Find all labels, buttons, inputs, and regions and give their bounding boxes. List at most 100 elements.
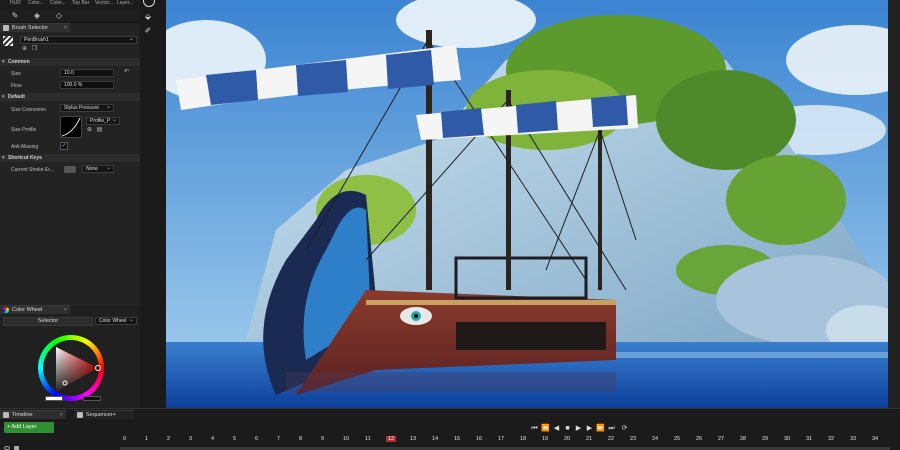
frame-tick: 7 [277,436,281,442]
frame-tick: 3 [189,436,193,442]
frame-tick: 26 [696,436,703,442]
frame-tick: 17 [498,436,505,442]
tab-timeline-label: Timeline [12,412,33,418]
add-profile-icon[interactable]: ⊕ [86,127,93,134]
frame-tick: 27 [718,436,725,442]
frame-tick: 29 [762,436,769,442]
brush-circle-icon[interactable] [143,0,155,7]
pencil-icon[interactable]: ✎ [10,11,20,21]
prev-frame-icon[interactable]: ◀ [552,424,561,433]
add-brush-icon[interactable]: ⊕ [21,46,28,53]
toolbar-item-color-1[interactable]: Color... [28,0,44,6]
frame-tick: 15 [454,436,461,442]
flow-field[interactable]: 100.0 % [60,81,114,89]
tool-icon-row: ✎ ◈ ◇ [0,9,140,23]
frame-tick: 4 [211,436,215,442]
stop-icon[interactable]: ■ [563,424,572,433]
color-wheel-panel: Color Wheel × Selector Color Wheel [0,305,140,408]
frame-tick: 24 [652,436,659,442]
toolbar-item-hud[interactable]: HUD [10,0,21,6]
flow-label: Flow [11,83,22,89]
lock-icon[interactable] [14,446,19,450]
anti-aliasing-label: Anti Aliasing [11,144,39,150]
copy-brush-icon[interactable]: ❐ [31,46,38,53]
canvas-artwork [166,0,888,408]
timeline-icon [3,412,9,418]
next-key-icon[interactable]: ⏩ [596,424,605,433]
frame-tick: 32 [828,436,835,442]
add-layer-button[interactable]: + Add Layer [4,422,54,433]
color-swatch[interactable] [45,396,63,401]
tab-timeline[interactable]: Timeline × [0,410,66,419]
selector-label: Selector [37,318,59,324]
color-swatch-previous[interactable] [83,396,101,401]
frame-tick: 5 [233,436,237,442]
frame-tick: 33 [850,436,857,442]
current-frame-marker[interactable]: 12 [386,436,397,442]
canvas-viewport[interactable] [166,0,888,408]
frame-tick: 18 [520,436,527,442]
frame-tick: 21 [586,436,593,442]
reset-icon[interactable]: ↶ [123,69,130,76]
color-mode-dropdown[interactable]: Color Wheel [95,317,137,325]
size-field[interactable]: 10.0 [60,69,114,77]
keyboard-icon[interactable] [64,166,76,173]
frame-tick: 34 [872,436,879,442]
next-frame-icon[interactable]: ▶ [585,424,594,433]
side-tool-strip: ⬙ ✐ [140,0,166,408]
layers-icon[interactable]: ◈ [32,11,42,21]
size-connexion-dropdown[interactable]: Stylus Pressure [60,104,114,112]
prev-key-icon[interactable]: ⏪ [541,424,550,433]
toolbar-item-color-2[interactable]: Color... [50,0,66,6]
frame-tick: 13 [410,436,417,442]
frame-tick: 20 [564,436,571,442]
frame-tick: 0 [123,436,127,442]
section-common[interactable]: Common [0,58,140,66]
right-panel-edge [888,0,900,408]
frame-tick: 10 [343,436,350,442]
toolbar-item-vector[interactable]: Vector... [95,0,113,6]
close-icon[interactable]: × [64,306,67,315]
fill-bucket-icon[interactable]: ⬙ [143,12,153,22]
color-wheel-tab-icon [3,307,9,313]
last-frame-icon[interactable]: ⏭ [607,424,616,433]
section-shortcut-keys[interactable]: Shortcut Keys [0,154,140,162]
frame-tick: 23 [630,436,637,442]
loop-icon[interactable]: ⟳ [620,424,629,433]
current-stroke-label: Current Stroke Er... [11,167,54,173]
first-frame-icon[interactable]: ⏮ [530,424,539,433]
section-default[interactable]: Default [0,93,140,101]
close-icon[interactable]: × [60,411,63,420]
tab-brush-selector[interactable]: Brush Selector × [0,23,70,32]
sequencer-icon [77,412,83,418]
anti-aliasing-checkbox[interactable]: ✓ [60,142,68,150]
visibility-icon[interactable] [4,446,10,450]
sv-triangle[interactable] [38,335,104,401]
toolbar-item-top-bar[interactable]: Top Bar [72,0,89,6]
selector-button[interactable]: Selector [3,317,93,326]
size-profile-curve[interactable] [60,116,82,138]
toolbar-item-layer[interactable]: Layer... [117,0,133,6]
size-label: Size [11,71,21,77]
hue-ring[interactable] [38,335,104,401]
brush-icon [3,25,9,31]
tab-color-wheel[interactable]: Color Wheel × [0,305,70,314]
size-profile-dropdown[interactable]: Profile_P [86,117,120,125]
frame-tick: 25 [674,436,681,442]
frame-tick: 19 [542,436,549,442]
drop-icon[interactable]: ◇ [54,11,64,21]
play-icon[interactable]: ▶ [574,424,583,433]
tab-brush-selector-label: Brush Selector [12,25,49,31]
tab-sequencer[interactable]: Sequencer+ [74,410,134,419]
brush-thumbnail[interactable] [3,36,13,46]
close-icon[interactable]: × [64,24,67,33]
folder-icon[interactable]: ▤ [96,127,103,134]
brush-name-dropdown[interactable]: PenBrush1 [20,36,137,44]
frame-tick: 22 [608,436,615,442]
tab-sequencer-label: Sequencer+ [86,412,116,418]
eyedropper-icon[interactable]: ✐ [143,26,153,36]
frame-tick: 1 [145,436,149,442]
profile-curve-graphic [61,117,81,137]
add-layer-label: + Add Layer [7,424,37,430]
current-stroke-dropdown[interactable]: None [82,165,114,173]
